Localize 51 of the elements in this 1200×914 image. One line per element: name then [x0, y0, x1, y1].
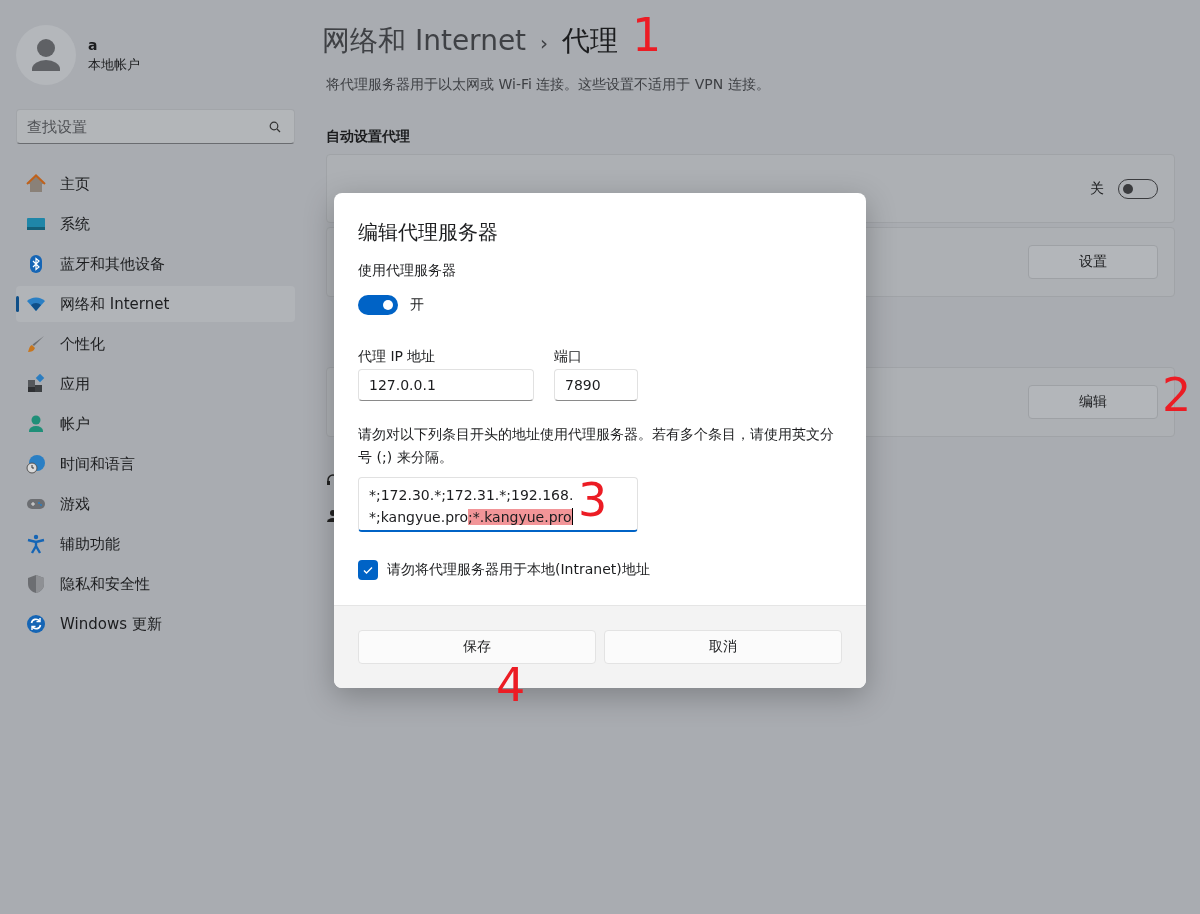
page-title: 代理 — [562, 23, 619, 59]
accessibility-icon — [26, 534, 46, 554]
breadcrumb-link[interactable]: 网络和 Internet — [322, 22, 527, 60]
nav-item[interactable]: Windows 更新 — [16, 606, 295, 642]
field-label: 使用代理服务器 — [358, 262, 457, 280]
shield-icon — [26, 574, 46, 594]
section-heading: 自动设置代理 — [326, 128, 411, 146]
home-icon — [26, 174, 46, 194]
field-label: 端口 — [554, 348, 583, 366]
annotation-number: 3 — [578, 477, 608, 523]
nav-item[interactable]: 帐户 — [16, 406, 295, 442]
account-type: 本地帐户 — [88, 55, 140, 74]
nav-item[interactable]: 主页 — [16, 166, 295, 202]
toggle-state: 开 — [410, 296, 424, 314]
nav-item[interactable]: 系统 — [16, 206, 295, 242]
nav-item[interactable]: 游戏 — [16, 486, 295, 522]
checkbox-label: 请勿将代理服务器用于本地(Intranet)地址 — [387, 561, 650, 579]
page-description: 将代理服务器用于以太网或 Wi-Fi 连接。这些设置不适用于 VPN 连接。 — [326, 76, 771, 94]
toggle-switch[interactable] — [358, 295, 398, 315]
checkbox[interactable] — [358, 560, 378, 580]
person-icon — [26, 414, 46, 434]
update-icon — [26, 614, 46, 634]
brush-icon — [26, 334, 46, 354]
toggle-state: 关 — [1090, 179, 1104, 198]
setup-button[interactable]: 设置 — [1028, 245, 1158, 279]
checkmark-icon — [362, 564, 374, 576]
globe-clock-icon — [26, 454, 46, 474]
dialog-title: 编辑代理服务器 — [358, 219, 499, 246]
nav-item[interactable]: 辅助功能 — [16, 526, 295, 562]
search-icon — [269, 121, 281, 133]
nav-item[interactable]: 个性化 — [16, 326, 295, 362]
annotation-number: 1 — [632, 12, 662, 58]
cancel-button[interactable]: 取消 — [604, 630, 842, 664]
field-label: 代理 IP 地址 — [358, 348, 437, 366]
nav-item[interactable]: 网络和 Internet — [16, 286, 295, 322]
save-button[interactable]: 保存 — [358, 630, 596, 664]
instructions-text: 请勿对以下列条目开头的地址使用代理服务器。若有多个条目，请使用英文分号 (;) 来分隔。 — [358, 425, 835, 467]
nav-item[interactable]: 隐私和安全性 — [16, 566, 295, 602]
annotation-number: 4 — [496, 662, 526, 708]
nav-item[interactable]: 应用 — [16, 366, 295, 402]
nav-item[interactable]: 时间和语言 — [16, 446, 295, 482]
avatar-icon — [16, 25, 76, 85]
ip-field[interactable]: 127.0.0.1 — [358, 369, 534, 401]
nav-item[interactable]: 蓝牙和其他设备 — [16, 246, 295, 282]
user-name: a — [88, 36, 99, 53]
edit-button[interactable]: 编辑 — [1028, 385, 1158, 419]
search-field[interactable]: 查找设置 — [16, 109, 295, 144]
apps-icon — [26, 374, 46, 394]
annotation-number: 2 — [1162, 372, 1192, 418]
port-field[interactable]: 7890 — [554, 369, 638, 401]
breadcrumb-separator: › — [540, 31, 549, 55]
